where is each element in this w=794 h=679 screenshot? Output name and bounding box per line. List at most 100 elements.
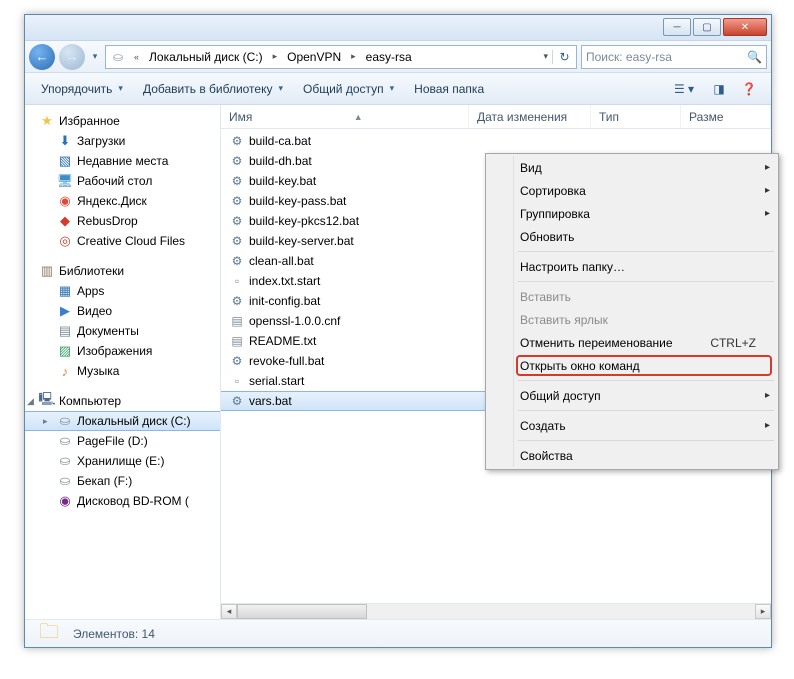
ctx-create[interactable]: Создать — [488, 414, 776, 437]
sidebar-item-label: Хранилище (E:) — [77, 454, 164, 468]
sidebar-icon: ▦ — [57, 283, 73, 299]
computer-header[interactable]: ◢ 🖳 Компьютер — [25, 391, 220, 411]
file-icon: ⚙ — [229, 393, 245, 409]
ctx-properties[interactable]: Свойства — [488, 444, 776, 467]
file-name: vars.bat — [249, 394, 292, 408]
file-name: index.txt.start — [249, 274, 320, 288]
address-bar[interactable]: ⛀ « Локальный диск (C:) ▸ OpenVPN ▸ easy… — [105, 45, 577, 69]
file-icon: ⚙ — [229, 253, 245, 269]
crumb-arrow[interactable]: ▸ — [269, 51, 282, 62]
sidebar-item-label: Загрузки — [77, 134, 125, 148]
file-name: init-config.bat — [249, 294, 320, 308]
file-icon: ▤ — [229, 313, 245, 329]
ctx-view[interactable]: Вид — [488, 156, 776, 179]
crumb-item[interactable]: easy-rsa — [360, 46, 418, 68]
sidebar-item[interactable]: ⛀ PageFile (D:) — [25, 431, 220, 451]
ctx-customize[interactable]: Настроить папку… — [488, 255, 776, 278]
ctx-paste-shortcut: Вставить ярлык — [488, 308, 776, 331]
sidebar-item[interactable]: 🖥 Рабочий стол — [25, 171, 220, 191]
twisty-icon[interactable]: ▸ — [43, 416, 48, 427]
file-icon: ▫ — [229, 373, 245, 389]
sidebar-item-label: Дисковод BD-ROM ( — [77, 494, 189, 508]
ctx-open-cmd[interactable]: Открыть окно команд — [488, 354, 776, 377]
col-date[interactable]: Дата изменения — [469, 105, 591, 128]
sidebar-item[interactable]: ▨ Изображения — [25, 341, 220, 361]
col-name[interactable]: Имя▲ — [221, 105, 469, 128]
libraries-header[interactable]: ▥ Библиотеки — [25, 261, 220, 281]
sidebar-item[interactable]: ▶ Видео — [25, 301, 220, 321]
minimize-button[interactable]: ─ — [663, 18, 691, 36]
sidebar-icon: ◉ — [57, 493, 73, 509]
sidebar-item-label: Музыка — [77, 364, 119, 378]
sidebar-item[interactable]: ▦ Apps — [25, 281, 220, 301]
file-name: openssl-1.0.0.cnf — [249, 314, 340, 328]
scroll-right[interactable]: ▸ — [755, 604, 771, 619]
sidebar-item[interactable]: ◉ Яндекс.Диск — [25, 191, 220, 211]
file-name: revoke-full.bat — [249, 354, 324, 368]
maximize-button[interactable]: ▢ — [693, 18, 721, 36]
titlebar: ─ ▢ ✕ — [25, 15, 771, 41]
file-name: README.txt — [249, 334, 316, 348]
close-button[interactable]: ✕ — [723, 18, 767, 36]
sidebar-icon: ⛀ — [57, 473, 73, 489]
crumb-item[interactable]: OpenVPN — [281, 46, 347, 68]
refresh-button[interactable]: ↻ — [552, 50, 576, 64]
favorites-label: Избранное — [59, 114, 120, 128]
nav-history-drop[interactable]: ▾ — [89, 51, 101, 62]
file-icon: ⚙ — [229, 193, 245, 209]
folder-icon: 🗀 — [33, 622, 65, 646]
sidebar-icon: ⛀ — [57, 453, 73, 469]
view-mode-button[interactable]: ☰ ▾ — [665, 78, 703, 100]
sidebar-item[interactable]: ⛀ Хранилище (E:) — [25, 451, 220, 471]
col-type[interactable]: Тип — [591, 105, 681, 128]
crumb-arrow[interactable]: « — [130, 52, 143, 62]
sidebar-icon: ⛀ — [57, 413, 73, 429]
ctx-sort[interactable]: Сортировка — [488, 179, 776, 202]
file-name: build-key-pass.bat — [249, 194, 346, 208]
sidebar-item[interactable]: ⛀ Бекап (F:) — [25, 471, 220, 491]
ctx-share[interactable]: Общий доступ — [488, 384, 776, 407]
favorites-header[interactable]: ★ Избранное — [25, 111, 220, 131]
sidebar-item-label: PageFile (D:) — [77, 434, 148, 448]
share-button[interactable]: Общий доступ — [295, 78, 402, 100]
sidebar-item[interactable]: ◆ RebusDrop — [25, 211, 220, 231]
search-input[interactable]: Поиск: easy-rsa 🔍 — [581, 45, 767, 69]
sidebar-item[interactable]: ⬇ Загрузки — [25, 131, 220, 151]
libraries-label: Библиотеки — [59, 264, 124, 278]
add-to-library-button[interactable]: Добавить в библиотеку — [135, 78, 291, 100]
twisty-icon[interactable]: ◢ — [27, 396, 34, 407]
sidebar-icon: ◎ — [57, 233, 73, 249]
ctx-undo-rename[interactable]: Отменить переименованиеCTRL+Z — [488, 331, 776, 354]
scroll-thumb[interactable] — [237, 604, 367, 619]
sidebar-icon: ▧ — [57, 153, 73, 169]
sidebar-item-label: Бекап (F:) — [77, 474, 132, 488]
forward-button[interactable]: → — [59, 44, 85, 70]
scroll-left[interactable]: ◂ — [221, 604, 237, 619]
ctx-group[interactable]: Группировка — [488, 202, 776, 225]
help-button[interactable]: ❓ — [735, 78, 763, 100]
crumb-drop[interactable]: ▾ — [539, 51, 552, 62]
file-row[interactable]: ⚙ build-ca.bat — [221, 131, 771, 151]
preview-pane-button[interactable]: ◨ — [705, 78, 733, 100]
sidebar-item[interactable]: ♪ Музыка — [25, 361, 220, 381]
status-text: Элементов: 14 — [73, 627, 155, 641]
sidebar-item[interactable]: ▧ Недавние места — [25, 151, 220, 171]
sidebar-item-label: Изображения — [77, 344, 152, 358]
sidebar-item[interactable]: ◉ Дисковод BD-ROM ( — [25, 491, 220, 511]
sidebar-item-label: Документы — [77, 324, 139, 338]
file-name: build-key-server.bat — [249, 234, 354, 248]
file-icon: ⚙ — [229, 293, 245, 309]
library-icon: ▥ — [39, 263, 55, 279]
sidebar-item[interactable]: ◎ Creative Cloud Files — [25, 231, 220, 251]
h-scrollbar[interactable]: ◂ ▸ — [221, 603, 771, 619]
sidebar-item-label: Рабочий стол — [77, 174, 152, 188]
crumb-arrow[interactable]: ▸ — [347, 51, 360, 62]
sidebar-item[interactable]: ▤ Документы — [25, 321, 220, 341]
organize-button[interactable]: Упорядочить — [33, 78, 131, 100]
back-button[interactable]: ← — [29, 44, 55, 70]
ctx-refresh[interactable]: Обновить — [488, 225, 776, 248]
sidebar-item[interactable]: ▸ ⛀ Локальный диск (C:) — [25, 411, 220, 431]
col-size[interactable]: Разме — [681, 105, 771, 128]
crumb-item[interactable]: Локальный диск (C:) — [143, 46, 269, 68]
new-folder-button[interactable]: Новая папка — [406, 78, 492, 100]
